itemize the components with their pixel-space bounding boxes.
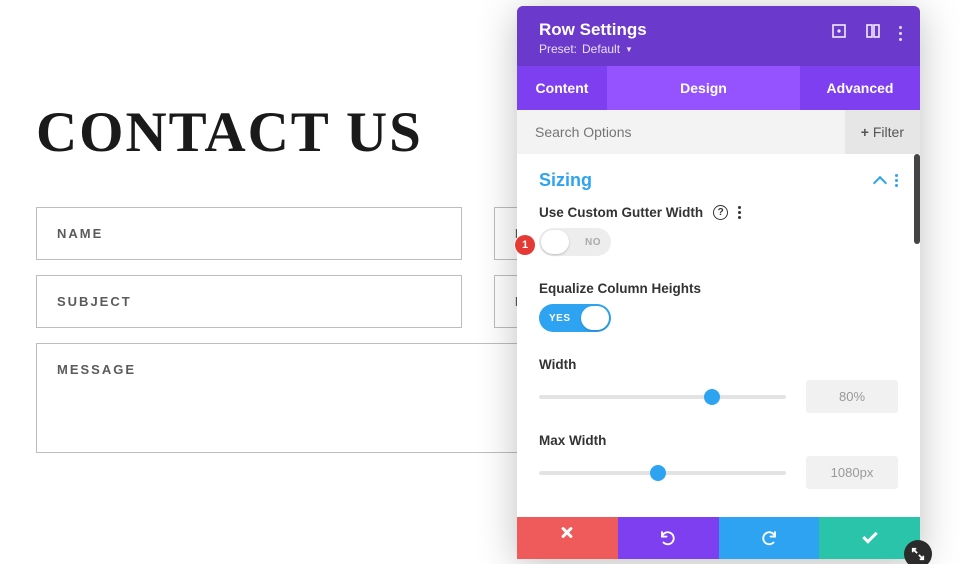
equalize-label: Equalize Column Heights	[539, 281, 898, 296]
gutter-toggle[interactable]: NO	[539, 228, 611, 256]
cancel-button[interactable]	[517, 517, 618, 559]
header-icons	[831, 20, 902, 44]
option-gutter-width: Use Custom Gutter Width ? 1 NO	[539, 205, 898, 261]
plus-icon: +	[861, 124, 869, 140]
preset-value: Default	[582, 42, 620, 56]
section-title: Sizing	[539, 170, 592, 191]
panel-tabs: Content Design Advanced	[517, 66, 920, 110]
tab-advanced[interactable]: Advanced	[800, 66, 920, 110]
expand-icon	[911, 547, 925, 561]
panel-preset[interactable]: Preset: Default ▼	[539, 42, 647, 56]
section-header-sizing[interactable]: Sizing	[539, 170, 898, 191]
row-settings-panel: Row Settings Preset: Default ▼ Content D…	[517, 6, 920, 559]
equalize-toggle[interactable]: YES	[539, 304, 611, 332]
width-label: Width	[539, 357, 898, 372]
option-width: Width 80%	[539, 357, 898, 413]
width-slider-row: 80%	[539, 380, 898, 413]
gutter-label-text: Use Custom Gutter Width	[539, 205, 703, 220]
columns-icon[interactable]	[865, 23, 881, 44]
help-icon[interactable]: ?	[713, 205, 728, 220]
width-label-text: Width	[539, 357, 576, 372]
option-equalize-heights: Equalize Column Heights YES	[539, 281, 898, 337]
undo-button[interactable]	[618, 517, 719, 559]
panel-footer	[517, 517, 920, 559]
max-width-label: Max Width	[539, 433, 898, 448]
option-max-width: Max Width 1080px	[539, 433, 898, 489]
toggle-state-yes: YES	[549, 313, 571, 324]
section-controls	[875, 174, 898, 188]
more-icon[interactable]	[899, 26, 902, 41]
max-width-label-text: Max Width	[539, 433, 606, 448]
max-width-value[interactable]: 1080px	[806, 456, 898, 489]
callout-badge-1: 1	[515, 235, 535, 255]
panel-body: Sizing Use Custom Gutter Width ? 1 NO	[517, 154, 920, 517]
search-bar: + Filter	[517, 110, 920, 154]
chevron-up-icon[interactable]	[873, 175, 887, 189]
panel-header: Row Settings Preset: Default ▼	[517, 6, 920, 66]
undo-icon	[659, 529, 677, 547]
check-icon	[862, 528, 878, 544]
preset-label: Preset:	[539, 42, 577, 56]
filter-label: Filter	[873, 124, 904, 140]
slider-thumb[interactable]	[650, 465, 666, 481]
scrollbar[interactable]	[914, 154, 920, 244]
max-width-slider-row: 1080px	[539, 456, 898, 489]
toggle-knob	[541, 230, 569, 254]
width-slider[interactable]	[539, 395, 786, 399]
toggle-state-no: NO	[585, 237, 601, 248]
subject-field[interactable]: SUBJECT	[36, 275, 462, 328]
search-input[interactable]	[517, 110, 845, 154]
slider-thumb[interactable]	[704, 389, 720, 405]
panel-title: Row Settings	[539, 20, 647, 40]
width-value[interactable]: 80%	[806, 380, 898, 413]
name-field[interactable]: NAME	[36, 207, 462, 260]
chevron-down-icon: ▼	[625, 45, 633, 54]
tab-design[interactable]: Design	[607, 66, 800, 110]
redo-icon	[760, 529, 778, 547]
toggle-knob	[581, 306, 609, 330]
panel-titles: Row Settings Preset: Default ▼	[539, 20, 647, 56]
equalize-label-text: Equalize Column Heights	[539, 281, 701, 296]
filter-button[interactable]: + Filter	[845, 110, 920, 154]
option-more-icon[interactable]	[738, 206, 741, 219]
fullscreen-icon[interactable]	[831, 23, 847, 44]
max-width-slider[interactable]	[539, 471, 786, 475]
tab-content[interactable]: Content	[517, 66, 607, 110]
redo-button[interactable]	[719, 517, 820, 559]
section-more-icon[interactable]	[895, 174, 898, 187]
expand-corner-button[interactable]	[904, 540, 932, 564]
gutter-label: Use Custom Gutter Width ?	[539, 205, 898, 220]
close-icon	[560, 531, 574, 545]
